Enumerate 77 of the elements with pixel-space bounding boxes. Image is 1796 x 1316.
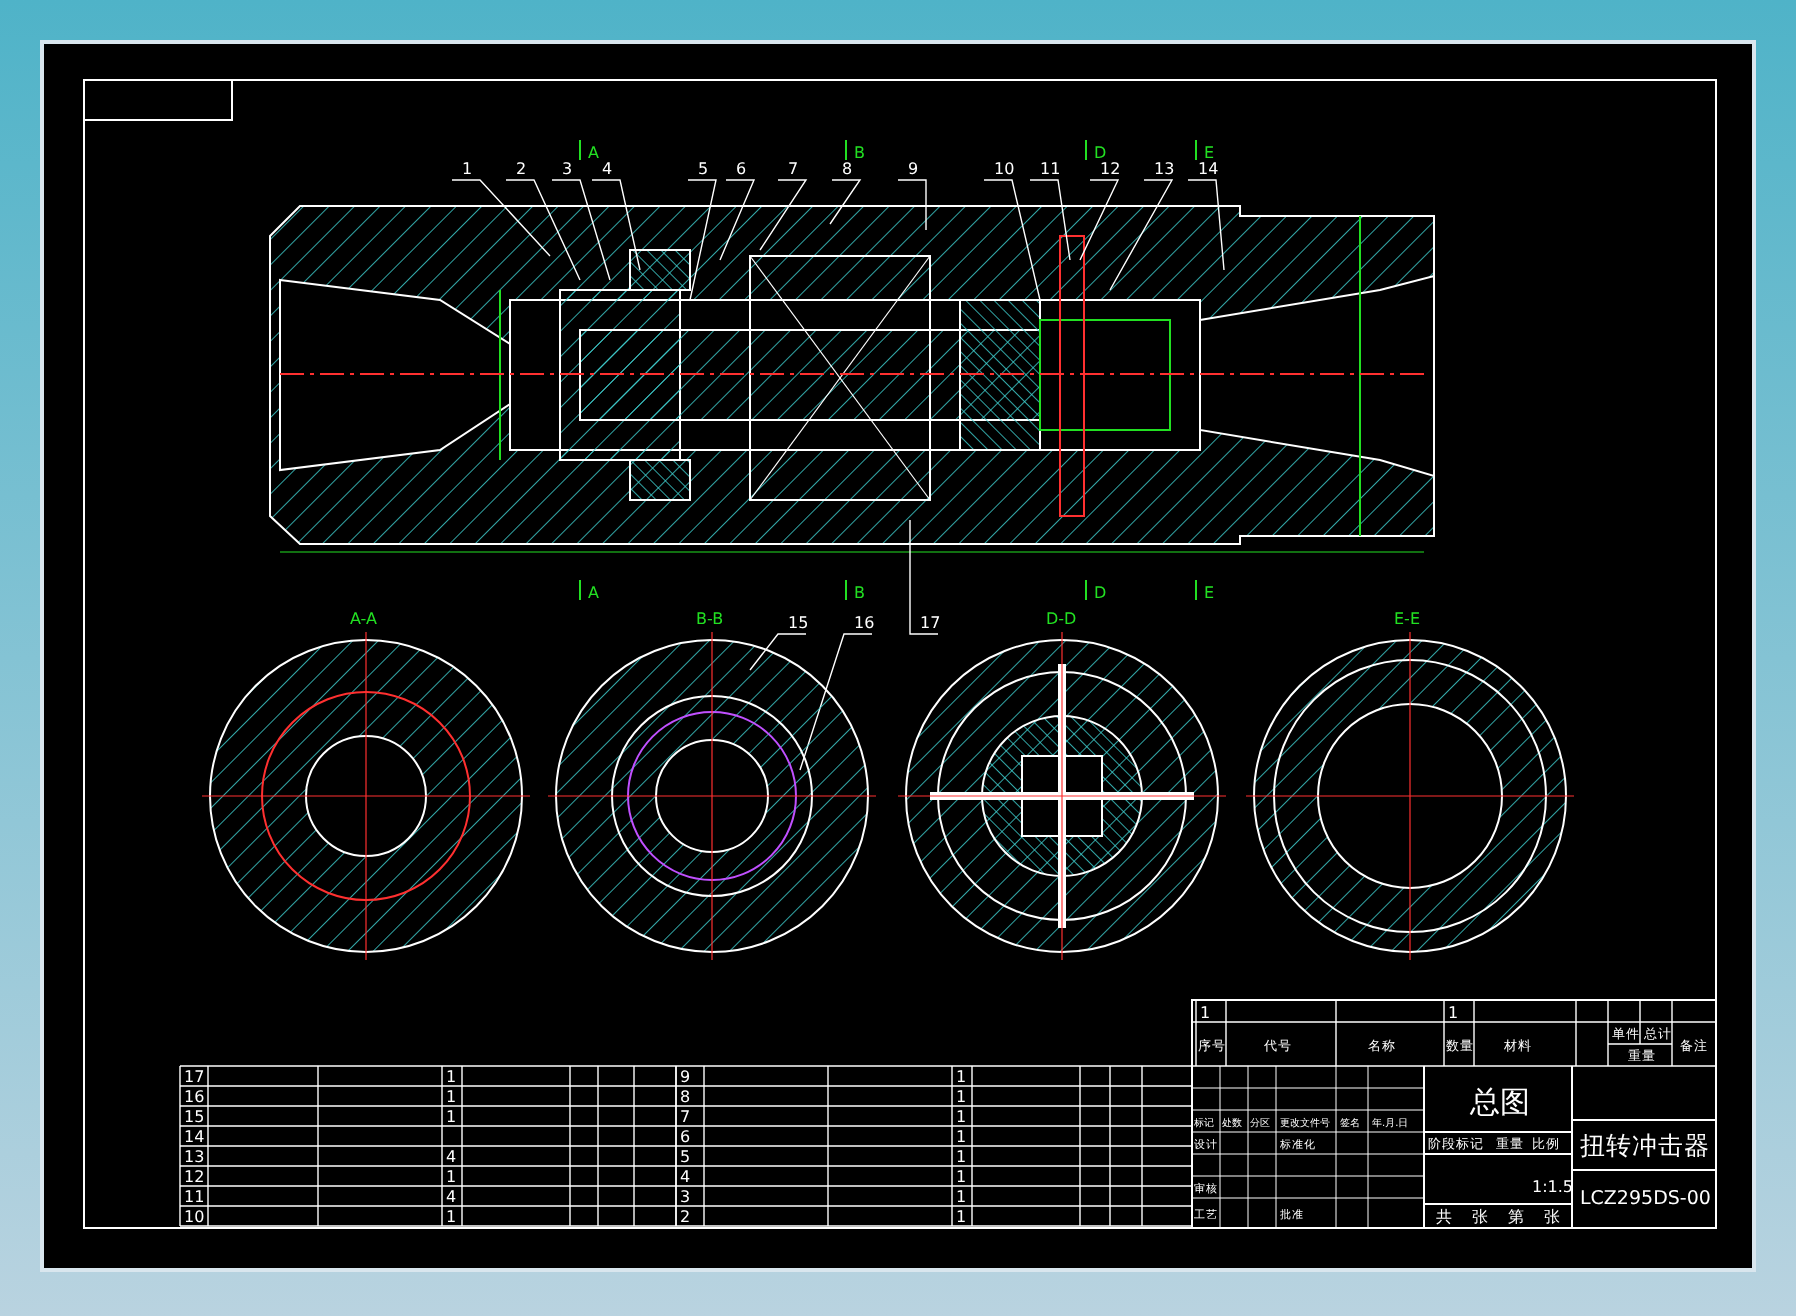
part-quantity: 1 (446, 1168, 457, 1186)
drawing-title: 扭转冲击器 (1580, 1130, 1710, 1160)
balloon-number: 8 (842, 160, 853, 178)
part-quantity: 1 (956, 1188, 967, 1206)
section-mark: A (588, 144, 599, 162)
part-quantity: 1 (956, 1068, 967, 1086)
part-number: 12 (184, 1168, 205, 1186)
balloon-number: 6 (736, 160, 747, 178)
drawing-type: 总图 (1470, 1084, 1530, 1120)
section-title: A-A (350, 610, 377, 628)
balloon-number: 5 (698, 160, 709, 178)
sheet-count-label: 张 (1472, 1208, 1488, 1226)
balloon-number: 4 (602, 160, 613, 178)
balloon-number: 13 (1154, 160, 1175, 178)
part-number: 17 (184, 1068, 205, 1086)
leader-line (897, 179, 927, 231)
leader-line (1187, 179, 1225, 271)
part-quantity: 1 (1448, 1004, 1459, 1022)
balloon-number: 9 (908, 160, 919, 178)
part-number: 10 (184, 1208, 205, 1226)
part-number: 14 (184, 1128, 205, 1146)
balloon-number: 17 (920, 614, 941, 632)
part-quantity: 1 (956, 1128, 967, 1146)
part-number: 13 (184, 1148, 205, 1166)
sheet-count-label: 第 (1508, 1208, 1524, 1226)
section-mark: D (1094, 144, 1107, 162)
part-number: 8 (680, 1088, 691, 1106)
section-mark: B (854, 144, 865, 162)
section-mark: E (1204, 144, 1215, 162)
section-mark: E (1204, 584, 1215, 602)
part-quantity: 1 (956, 1108, 967, 1126)
part-number: 9 (680, 1068, 691, 1086)
part-number: 5 (680, 1148, 691, 1166)
leader-line (505, 179, 581, 281)
part-quantity: 1 (446, 1108, 457, 1126)
part-number: 1 (1200, 1004, 1211, 1022)
part-number: 7 (680, 1108, 691, 1126)
balloon-number: 15 (788, 614, 809, 632)
balloon-number: 2 (516, 160, 527, 178)
part-number: 11 (184, 1188, 205, 1206)
section-mark: D (1094, 584, 1107, 602)
balloon-number: 7 (788, 160, 799, 178)
balloon-number: 3 (562, 160, 573, 178)
section-title: E-E (1394, 610, 1420, 628)
part-number: 16 (184, 1088, 205, 1106)
part-quantity: 1 (956, 1208, 967, 1226)
section-title: D-D (1046, 610, 1077, 628)
part-number: 3 (680, 1188, 691, 1206)
section-mark: B (854, 584, 865, 602)
section-title: B-B (696, 610, 724, 628)
scale-value: 1:1.5 (1532, 1178, 1574, 1196)
section-mark: A (588, 584, 599, 602)
balloon-number: 14 (1198, 160, 1219, 178)
part-number: 15 (184, 1108, 205, 1126)
part-number: 6 (680, 1128, 691, 1146)
balloon-number: 11 (1040, 160, 1061, 178)
leader-line (759, 179, 807, 251)
part-quantity: 4 (446, 1148, 457, 1166)
balloon-number: 12 (1100, 160, 1121, 178)
drawing-number: LCZ295DS-00 (1580, 1188, 1711, 1210)
balloon-number: 16 (854, 614, 875, 632)
sheet-count-label: 张 (1544, 1208, 1560, 1226)
part-quantity: 4 (446, 1188, 457, 1206)
leader-line (829, 179, 861, 225)
part-quantity: 1 (446, 1068, 457, 1086)
part-quantity: 1 (956, 1168, 967, 1186)
balloon-number: 10 (994, 160, 1015, 178)
leader-line (591, 179, 641, 271)
part-quantity: 1 (956, 1148, 967, 1166)
part-quantity: 1 (446, 1208, 457, 1226)
sheet-count-label: 共 (1436, 1208, 1452, 1226)
balloon-number: 1 (462, 160, 473, 178)
part-quantity: 1 (956, 1088, 967, 1106)
part-number: 2 (680, 1208, 691, 1226)
leader-line (909, 519, 939, 635)
part-quantity: 1 (446, 1088, 457, 1106)
part-number: 4 (680, 1168, 691, 1186)
